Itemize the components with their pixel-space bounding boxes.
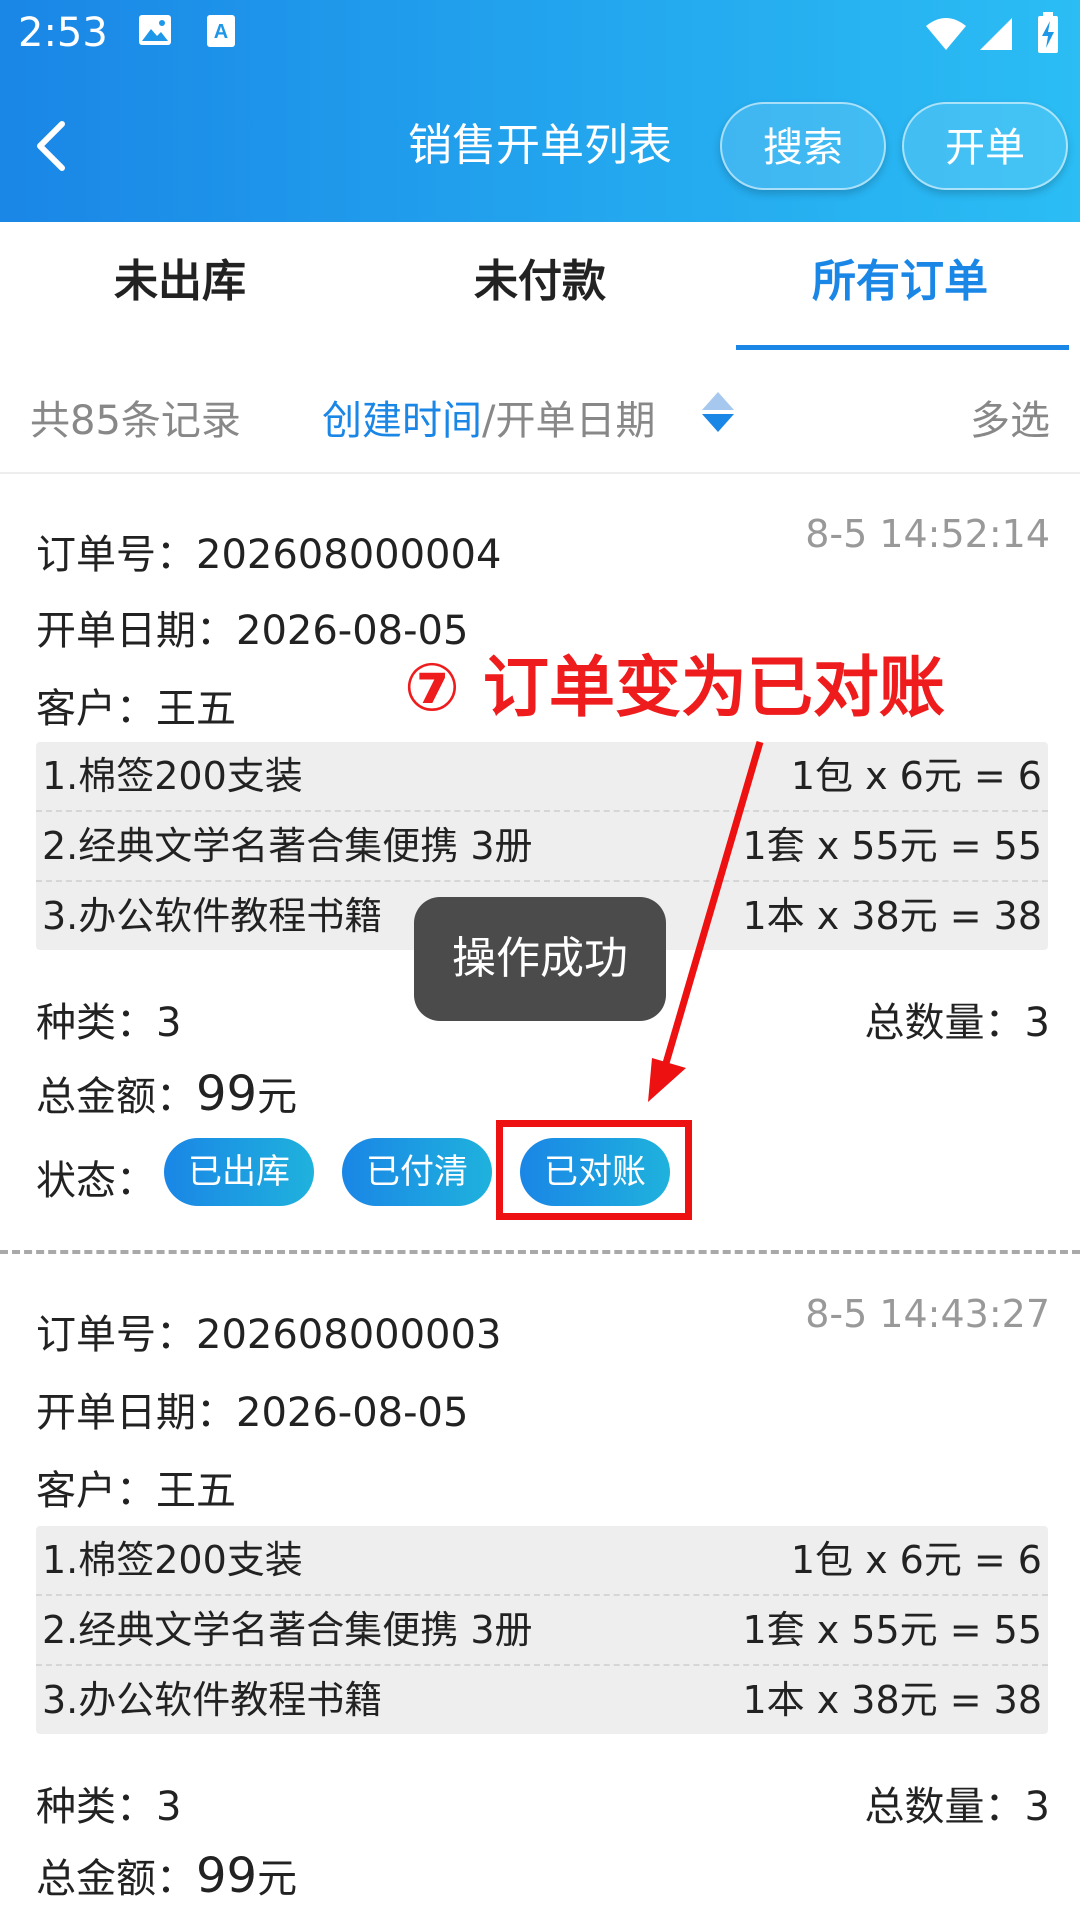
item-name: 2.经典文学名著合集便携 3册 xyxy=(42,824,533,868)
status-badge-shipped: 已出库 xyxy=(164,1138,314,1206)
item-price: 1本 x 38元 = 38 xyxy=(742,1678,1042,1722)
list-item: 3.办公软件教程书籍 1本 x 38元 = 38 xyxy=(36,1664,1048,1734)
sort-bar: 共85条记录 创建时间/开单日期 多选 xyxy=(0,352,1080,474)
search-button[interactable]: 搜索 xyxy=(720,102,886,190)
record-count: 共85条记录 xyxy=(30,398,241,444)
active-tab-indicator xyxy=(736,345,1069,350)
item-name: 1.棉签200支装 xyxy=(42,754,303,798)
customer: 客户：王五 xyxy=(36,1468,236,1514)
annotation-text: ⑦ 订单变为已对账 xyxy=(404,649,945,726)
sort-toggle[interactable]: 创建时间/开单日期 xyxy=(322,388,655,446)
item-price: 1套 x 55元 = 55 xyxy=(742,1608,1042,1652)
order-number: 订单号：202608000004 xyxy=(36,532,502,578)
item-price: 1包 x 6元 = 6 xyxy=(790,754,1042,798)
order-number: 订单号：202608000003 xyxy=(36,1312,502,1358)
sort-icon[interactable] xyxy=(700,390,736,438)
item-name: 3.办公软件教程书籍 xyxy=(42,1678,383,1722)
total-quantity: 总数量：3 xyxy=(864,1000,1050,1046)
order-time: 8-5 14:52:14 xyxy=(805,512,1050,556)
order-date: 开单日期：2026-08-05 xyxy=(36,1390,469,1436)
signal-icon xyxy=(978,16,1014,56)
status-badge-paid: 已付清 xyxy=(342,1138,492,1206)
item-price: 1套 x 55元 = 55 xyxy=(742,824,1042,868)
create-order-button[interactable]: 开单 xyxy=(902,102,1068,190)
total-amount-value: 99 xyxy=(196,1848,258,1904)
total-amount-label: 总金额： xyxy=(36,1856,196,1902)
item-list: 1.棉签200支装 1包 x 6元 = 6 2.经典文学名著合集便携 3册 1套… xyxy=(36,1526,1048,1734)
item-kinds: 种类：3 xyxy=(36,1784,182,1830)
order-time: 8-5 14:43:27 xyxy=(805,1292,1050,1336)
item-price: 1包 x 6元 = 6 xyxy=(790,1538,1042,1582)
total-amount-label: 总金额： xyxy=(36,1074,196,1120)
success-toast: 操作成功 xyxy=(414,897,666,1021)
item-name: 3.办公软件教程书籍 xyxy=(42,894,383,938)
total-amount-unit: 元 xyxy=(257,1074,298,1120)
total-amount: 总金额：99元 xyxy=(36,1064,297,1122)
tab-unpaid[interactable]: 未付款 xyxy=(360,252,720,312)
gallery-icon xyxy=(138,14,172,50)
sort-primary: 创建时间 xyxy=(322,398,482,444)
tab-bar: 未出库 未付款 所有订单 xyxy=(0,222,1080,352)
sort-secondary: /开单日期 xyxy=(482,398,656,444)
status-time: 2:53 xyxy=(18,10,108,56)
item-price: 1本 x 38元 = 38 xyxy=(742,894,1042,938)
item-name: 2.经典文学名著合集便携 3册 xyxy=(42,1608,533,1652)
app-bar: 2:53 A 销售开单列表 搜索 开单 xyxy=(0,0,1080,222)
list-item: 1.棉签200支装 1包 x 6元 = 6 xyxy=(36,1526,1048,1594)
item-name: 1.棉签200支装 xyxy=(42,1538,303,1582)
item-kinds: 种类：3 xyxy=(36,1000,182,1046)
total-amount: 总金额：99元 xyxy=(36,1846,297,1904)
annotation-highlight-box xyxy=(496,1120,692,1220)
customer: 客户：王五 xyxy=(36,686,236,732)
total-amount-value: 99 xyxy=(196,1066,258,1122)
svg-text:A: A xyxy=(214,21,228,43)
total-amount-unit: 元 xyxy=(257,1856,298,1902)
list-item: 2.经典文学名著合集便携 3册 1套 x 55元 = 55 xyxy=(36,810,1048,880)
list-item: 1.棉签200支装 1包 x 6元 = 6 xyxy=(36,742,1048,810)
order-card[interactable]: 订单号：202608000003 8-5 14:43:27 开单日期：2026-… xyxy=(0,1254,1080,1920)
total-quantity: 总数量：3 xyxy=(864,1784,1050,1830)
list-item: 2.经典文学名著合集便携 3册 1套 x 55元 = 55 xyxy=(36,1594,1048,1664)
tab-not-shipped[interactable]: 未出库 xyxy=(0,252,360,312)
multi-select-button[interactable]: 多选 xyxy=(970,388,1050,446)
wifi-icon xyxy=(924,16,968,56)
status-label: 状态： xyxy=(36,1158,156,1204)
font-icon: A xyxy=(206,14,236,52)
tab-all-orders[interactable]: 所有订单 xyxy=(720,252,1080,312)
battery-charging-icon xyxy=(1036,12,1060,58)
